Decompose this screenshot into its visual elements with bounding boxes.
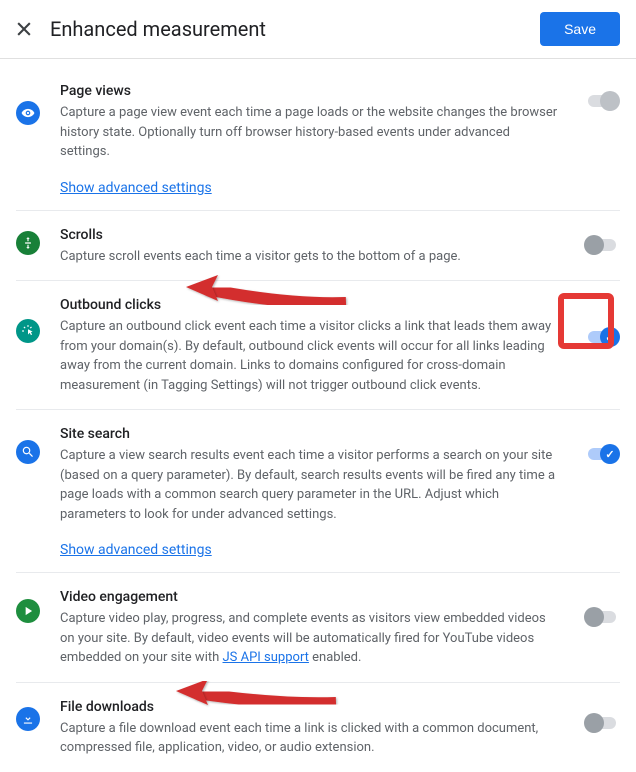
section-outbound-clicks: Outbound clicks Capture an outbound clic… <box>16 281 620 410</box>
js-api-support-link[interactable]: JS API support <box>223 650 309 665</box>
play-icon <box>16 599 40 623</box>
feature-description: Capture a file download event each time … <box>60 719 560 758</box>
feature-title: Outbound clicks <box>60 297 560 313</box>
toggle-page-views <box>584 91 620 111</box>
feature-title: Video engagement <box>60 589 560 605</box>
search-icon <box>16 440 40 464</box>
eye-icon <box>16 101 40 125</box>
feature-description: Capture video play, progress, and comple… <box>60 609 560 668</box>
close-icon[interactable] <box>14 19 34 39</box>
scroll-icon <box>16 231 40 255</box>
section-file-downloads: File downloads Capture a file download e… <box>16 683 620 772</box>
feature-description: Capture scroll events each time a visito… <box>60 247 560 267</box>
feature-title: File downloads <box>60 699 560 715</box>
section-video-engagement: Video engagement Capture video play, pro… <box>16 573 620 683</box>
feature-title: Page views <box>60 83 560 99</box>
toggle-video-engagement[interactable] <box>584 607 620 627</box>
feature-description: Capture an outbound click event each tim… <box>60 317 560 395</box>
save-button[interactable]: Save <box>540 12 620 46</box>
feature-description: Capture a view search results event each… <box>60 446 560 524</box>
dialog-header: Enhanced measurement Save <box>0 0 636 59</box>
toggle-site-search[interactable]: ✓ <box>584 444 620 464</box>
feature-description: Capture a page view event each time a pa… <box>60 103 560 162</box>
feature-title: Scrolls <box>60 227 560 243</box>
dialog-title: Enhanced measurement <box>50 17 540 41</box>
toggle-scrolls[interactable] <box>584 235 620 255</box>
section-scrolls: Scrolls Capture scroll events each time … <box>16 211 620 282</box>
advanced-settings-link[interactable]: Show advanced settings <box>60 542 212 558</box>
section-site-search: Site search Capture a view search result… <box>16 410 620 573</box>
toggle-outbound-clicks[interactable]: ✓ <box>584 327 620 347</box>
section-page-views: Page views Capture a page view event eac… <box>16 59 620 211</box>
toggle-file-downloads[interactable] <box>584 713 620 733</box>
download-icon <box>16 707 40 731</box>
click-icon <box>16 319 40 343</box>
advanced-settings-link[interactable]: Show advanced settings <box>60 180 212 196</box>
feature-title: Site search <box>60 426 560 442</box>
